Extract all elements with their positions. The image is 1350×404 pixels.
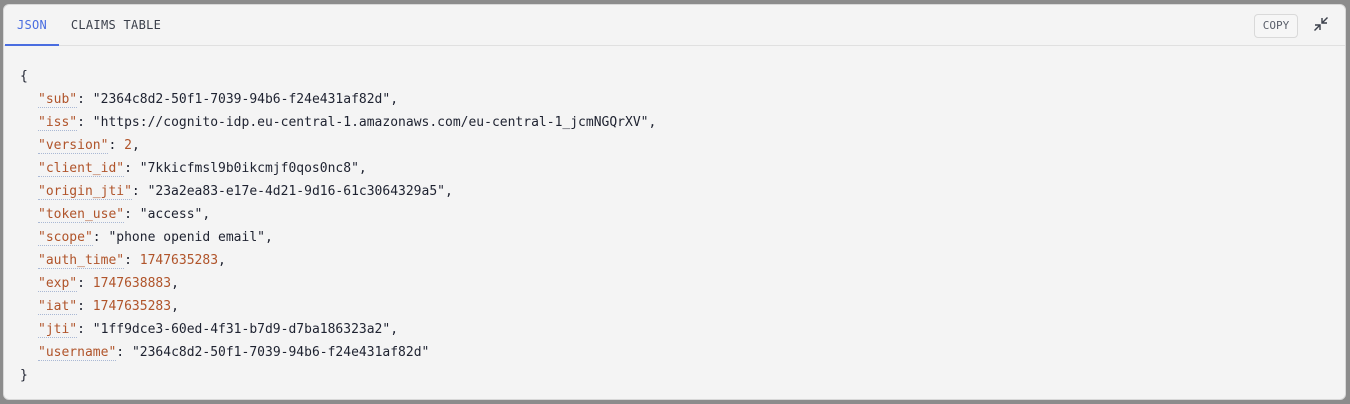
json-entry: "exp": 1747638883,: [20, 272, 656, 295]
json-value: "access": [139, 207, 203, 222]
json-key: "jti": [38, 322, 78, 338]
json-key: "origin_jti": [38, 184, 132, 200]
json-colon: :: [124, 161, 140, 176]
json-key: "iat": [38, 299, 78, 315]
json-value: "https://cognito-idp.eu-central-1.amazon…: [92, 115, 649, 130]
json-comma: ,: [171, 276, 179, 291]
json-key: "username": [38, 345, 117, 361]
json-key: "client_id": [38, 161, 125, 177]
token-viewer-panel: JSON CLAIMS TABLE COPY { "sub": "2364c8d…: [3, 4, 1346, 400]
json-colon: :: [77, 322, 93, 337]
json-key: "iss": [38, 115, 78, 131]
json-close-brace: }: [20, 368, 28, 383]
tab-claims-table[interactable]: CLAIMS TABLE: [70, 5, 162, 45]
json-entry: "iss": "https://cognito-idp.eu-central-1…: [20, 111, 656, 134]
json-value: "1ff9dce3-60ed-4f31-b7d9-d7ba186323a2": [92, 322, 391, 337]
json-entry: "version": 2,: [20, 134, 656, 157]
backdrop: JSON CLAIMS TABLE COPY { "sub": "2364c8d…: [0, 0, 1350, 404]
copy-button[interactable]: COPY: [1254, 14, 1298, 38]
json-value: "2364c8d2-50f1-7039-94b6-f24e431af82d": [131, 345, 430, 360]
json-comma: ,: [445, 184, 453, 199]
json-value: "7kkicfmsl9b0ikcmjf0qos0nc8": [139, 161, 359, 176]
json-value: 1747635283: [139, 253, 219, 268]
json-comma: ,: [218, 253, 226, 268]
json-value: "23a2ea83-e17e-4d21-9d16-61c3064329a5": [147, 184, 445, 199]
json-key: "scope": [38, 230, 93, 246]
json-colon: :: [77, 115, 93, 130]
json-key: "sub": [38, 92, 78, 108]
json-entry: "jti": "1ff9dce3-60ed-4f31-b7d9-d7ba1863…: [20, 318, 656, 341]
json-key: "token_use": [38, 207, 125, 223]
json-entry: "auth_time": 1747635283,: [20, 249, 656, 272]
json-value: 1747638883: [92, 276, 172, 291]
json-comma: ,: [265, 230, 273, 245]
json-comma: ,: [358, 161, 367, 176]
json-comma: ,: [390, 322, 399, 337]
json-colon: :: [124, 253, 140, 268]
json-key: "auth_time": [38, 253, 125, 269]
json-value: "phone openid email": [108, 230, 265, 245]
json-comma: ,: [390, 92, 399, 107]
json-entry: "origin_jti": "23a2ea83-e17e-4d21-9d16-6…: [20, 180, 656, 203]
json-comma: ,: [648, 115, 657, 130]
json-key: "exp": [38, 276, 78, 292]
json-entry: "token_use": "access",: [20, 203, 656, 226]
json-colon: :: [77, 92, 93, 107]
json-colon: :: [108, 138, 125, 153]
json-value: 1747635283: [92, 299, 172, 314]
json-comma: ,: [171, 299, 179, 314]
json-colon: :: [131, 184, 148, 199]
json-entry: "client_id": "7kkicfmsl9b0ikcmjf0qos0nc8…: [20, 157, 656, 180]
json-colon: :: [77, 299, 93, 314]
tab-bar: JSON CLAIMS TABLE COPY: [4, 5, 1345, 46]
json-colon: :: [116, 345, 132, 360]
json-entry: "username": "2364c8d2-50f1-7039-94b6-f24…: [20, 341, 656, 364]
json-entry: "scope": "phone openid email",: [20, 226, 656, 249]
json-colon: :: [92, 230, 109, 245]
json-value: 2: [124, 138, 132, 153]
json-entry: "sub": "2364c8d2-50f1-7039-94b6-f24e431a…: [20, 88, 656, 111]
collapse-button[interactable]: [1309, 14, 1333, 38]
collapse-arrows-icon: [1313, 16, 1329, 37]
json-comma: ,: [202, 207, 211, 222]
json-comma: ,: [131, 138, 140, 153]
json-key: "version": [38, 138, 109, 154]
json-colon: :: [77, 276, 93, 291]
tab-json[interactable]: JSON: [5, 5, 59, 46]
json-colon: :: [124, 207, 140, 222]
json-value: "2364c8d2-50f1-7039-94b6-f24e431af82d": [92, 92, 391, 107]
json-open-brace: {: [20, 69, 28, 84]
json-entry: "iat": 1747635283,: [20, 295, 656, 318]
json-code-view: { "sub": "2364c8d2-50f1-7039-94b6-f24e43…: [20, 65, 656, 387]
json-entries: "sub": "2364c8d2-50f1-7039-94b6-f24e431a…: [20, 88, 656, 364]
